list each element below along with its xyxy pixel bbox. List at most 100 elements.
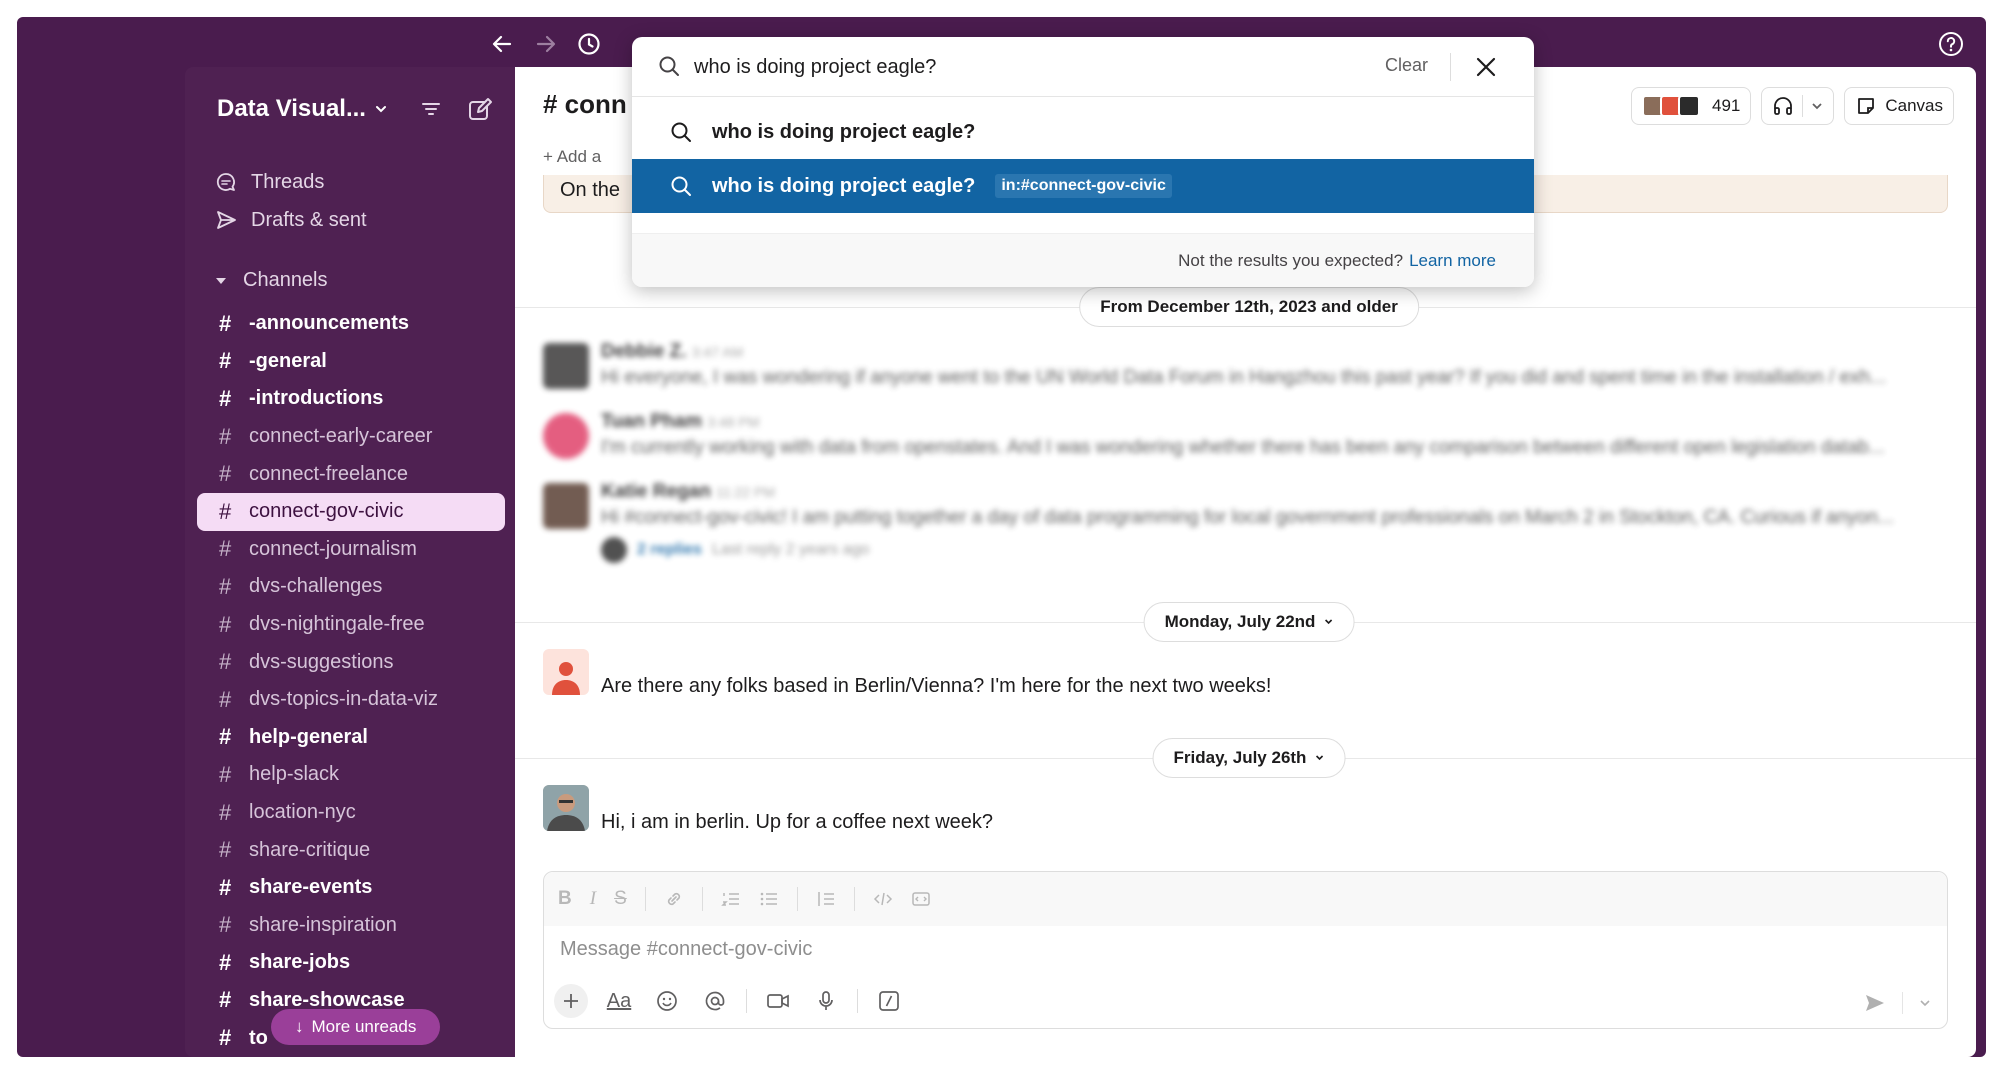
- sidebar-item-connect-journalism[interactable]: # connect-journalism: [197, 531, 505, 569]
- learn-more-link[interactable]: Learn more: [1409, 251, 1496, 271]
- shortcuts-button[interactable]: [872, 984, 906, 1018]
- mention-button[interactable]: [698, 984, 732, 1018]
- avatar: [543, 413, 589, 459]
- sidebar-item-share-critique[interactable]: # share-critique: [197, 831, 505, 869]
- workspace-name: Data Visual...: [217, 95, 366, 122]
- blockquote-icon[interactable]: [816, 889, 836, 909]
- sidebar-item-share-jobs[interactable]: # share-jobs: [197, 944, 505, 982]
- more-unreads-button[interactable]: ↓ More unreads: [271, 1009, 441, 1045]
- chevron-down-icon: [1315, 755, 1324, 761]
- divider: [1450, 53, 1451, 81]
- strikethrough-icon[interactable]: S: [614, 888, 627, 910]
- formatting-toolbar: B I S: [544, 872, 1947, 926]
- sidebar-item-general[interactable]: # -general: [197, 343, 505, 381]
- sidebar-item-help-slack[interactable]: # help-slack: [197, 756, 505, 794]
- channel-name: share-events: [249, 876, 373, 899]
- message[interactable]: Are there any folks based in Berlin/Vien…: [543, 645, 1271, 698]
- date-divider-monday[interactable]: Monday, July 22nd: [1143, 602, 1355, 642]
- plus-icon: [564, 994, 578, 1008]
- search-input[interactable]: [694, 51, 1374, 83]
- avatar: [601, 537, 627, 563]
- help-icon[interactable]: [1936, 29, 1966, 59]
- nav-threads[interactable]: Threads: [215, 163, 367, 201]
- add-bookmark-button[interactable]: + Add a: [543, 147, 601, 167]
- channel-title[interactable]: # conn: [543, 89, 627, 120]
- channel-hash-icon: #: [219, 912, 232, 938]
- sidebar-item-dvs-challenges[interactable]: # dvs-challenges: [197, 568, 505, 606]
- channel-hash-icon: #: [219, 461, 232, 487]
- user-photo-icon: [543, 784, 589, 831]
- channel-name: share-inspiration: [249, 913, 397, 936]
- channel-hash-icon: #: [219, 987, 232, 1013]
- channel-hash-icon: #: [219, 837, 232, 863]
- nav-drafts-sent[interactable]: Drafts & sent: [215, 201, 367, 239]
- bullet-list-icon[interactable]: [759, 889, 779, 909]
- date-label: From December 12th, 2023 and older: [1100, 297, 1398, 316]
- link-icon[interactable]: [664, 889, 684, 909]
- channel-name: dvs-nightingale-free: [249, 613, 425, 636]
- search-suggestion-selected[interactable]: who is doing project eagle? in:#connect-…: [632, 159, 1534, 213]
- nav-threads-label: Threads: [251, 170, 325, 193]
- history-clock-icon[interactable]: [574, 29, 604, 59]
- emoji-button[interactable]: [650, 984, 684, 1018]
- channel-name: share-critique: [249, 838, 371, 861]
- huddle-button[interactable]: [1761, 87, 1835, 125]
- divider: [1802, 95, 1804, 117]
- compose-icon[interactable]: [467, 97, 493, 123]
- microphone-icon: [819, 991, 833, 1010]
- canvas-button[interactable]: Canvas: [1844, 87, 1954, 125]
- search-icon: [671, 122, 691, 142]
- channel-name: connect-journalism: [249, 537, 417, 560]
- channel-hash-icon: #: [219, 686, 232, 712]
- sidebar-item-connect-gov-civic[interactable]: # connect-gov-civic: [197, 492, 505, 531]
- chevron-down-icon[interactable]: [1919, 997, 1931, 1009]
- search-icon: [659, 56, 679, 76]
- sidebar-item-introductions[interactable]: # -introductions: [197, 380, 505, 418]
- formatting-toggle-button[interactable]: Aa: [602, 984, 636, 1018]
- bold-icon[interactable]: B: [558, 888, 572, 910]
- sidebar-item-help-general[interactable]: # help-general: [197, 719, 505, 757]
- ordered-list-icon[interactable]: [720, 889, 741, 909]
- italic-icon[interactable]: I: [590, 888, 596, 910]
- sidebar-item-dvs-topics-in-data-viz[interactable]: # dvs-topics-in-data-viz: [197, 681, 505, 719]
- channel-modifier-badge: in:#connect-gov-civic: [995, 174, 1172, 198]
- message-input[interactable]: Message #connect-gov-civic: [560, 938, 812, 961]
- send-message-icon[interactable]: [1864, 992, 1886, 1014]
- search-panel: Clear who is doing project eagle? who is…: [632, 37, 1534, 287]
- sidebar-item-location-nyc[interactable]: # location-nyc: [197, 794, 505, 832]
- emoji-icon: [657, 991, 677, 1011]
- sidebar-item-connect-freelance[interactable]: # connect-freelance: [197, 455, 505, 493]
- canvas-label: Canvas: [1885, 96, 1943, 115]
- date-divider-older[interactable]: From December 12th, 2023 and older: [1079, 287, 1419, 327]
- close-search-button[interactable]: [1468, 49, 1504, 85]
- sidebar-item-announcements[interactable]: # -announcements: [197, 305, 505, 343]
- forward-arrow-icon[interactable]: [531, 29, 561, 59]
- code-icon[interactable]: [873, 889, 893, 909]
- attach-plus-button[interactable]: [554, 984, 588, 1018]
- filter-icon[interactable]: [419, 97, 443, 121]
- sidebar-item-dvs-suggestions[interactable]: # dvs-suggestions: [197, 643, 505, 681]
- sidebar-item-share-inspiration[interactable]: # share-inspiration: [197, 907, 505, 945]
- channel-name: connect-early-career: [249, 425, 433, 448]
- channel-name: dvs-suggestions: [249, 650, 394, 673]
- divider: [1902, 992, 1903, 1014]
- workspace-rail: [17, 67, 185, 1057]
- sidebar-item-dvs-nightingale-free[interactable]: # dvs-nightingale-free: [197, 606, 505, 644]
- channel-hash-icon: #: [219, 724, 232, 750]
- channels-section-header[interactable]: Channels: [215, 269, 328, 292]
- sidebar-item-connect-early-career[interactable]: # connect-early-career: [197, 418, 505, 456]
- message[interactable]: Hi, i am in berlin. Up for a coffee next…: [543, 781, 993, 834]
- threads-icon: [216, 173, 235, 191]
- workspace-switcher[interactable]: Data Visual...: [217, 95, 388, 123]
- video-clip-button[interactable]: [761, 984, 795, 1018]
- chevron-down-icon[interactable]: [1811, 100, 1823, 112]
- date-divider-friday[interactable]: Friday, July 26th: [1152, 738, 1346, 778]
- members-button[interactable]: 491: [1630, 87, 1752, 125]
- clear-search-button[interactable]: Clear: [1385, 55, 1428, 76]
- audio-clip-button[interactable]: [809, 984, 843, 1018]
- back-arrow-icon[interactable]: [487, 29, 517, 59]
- search-suggestion[interactable]: who is doing project eagle?: [632, 105, 1534, 159]
- code-block-icon[interactable]: [911, 889, 931, 909]
- blurred-message: Tuan Pham 3:48 PM I'm currently working …: [543, 411, 1948, 465]
- sidebar-item-share-events[interactable]: # share-events: [197, 869, 505, 907]
